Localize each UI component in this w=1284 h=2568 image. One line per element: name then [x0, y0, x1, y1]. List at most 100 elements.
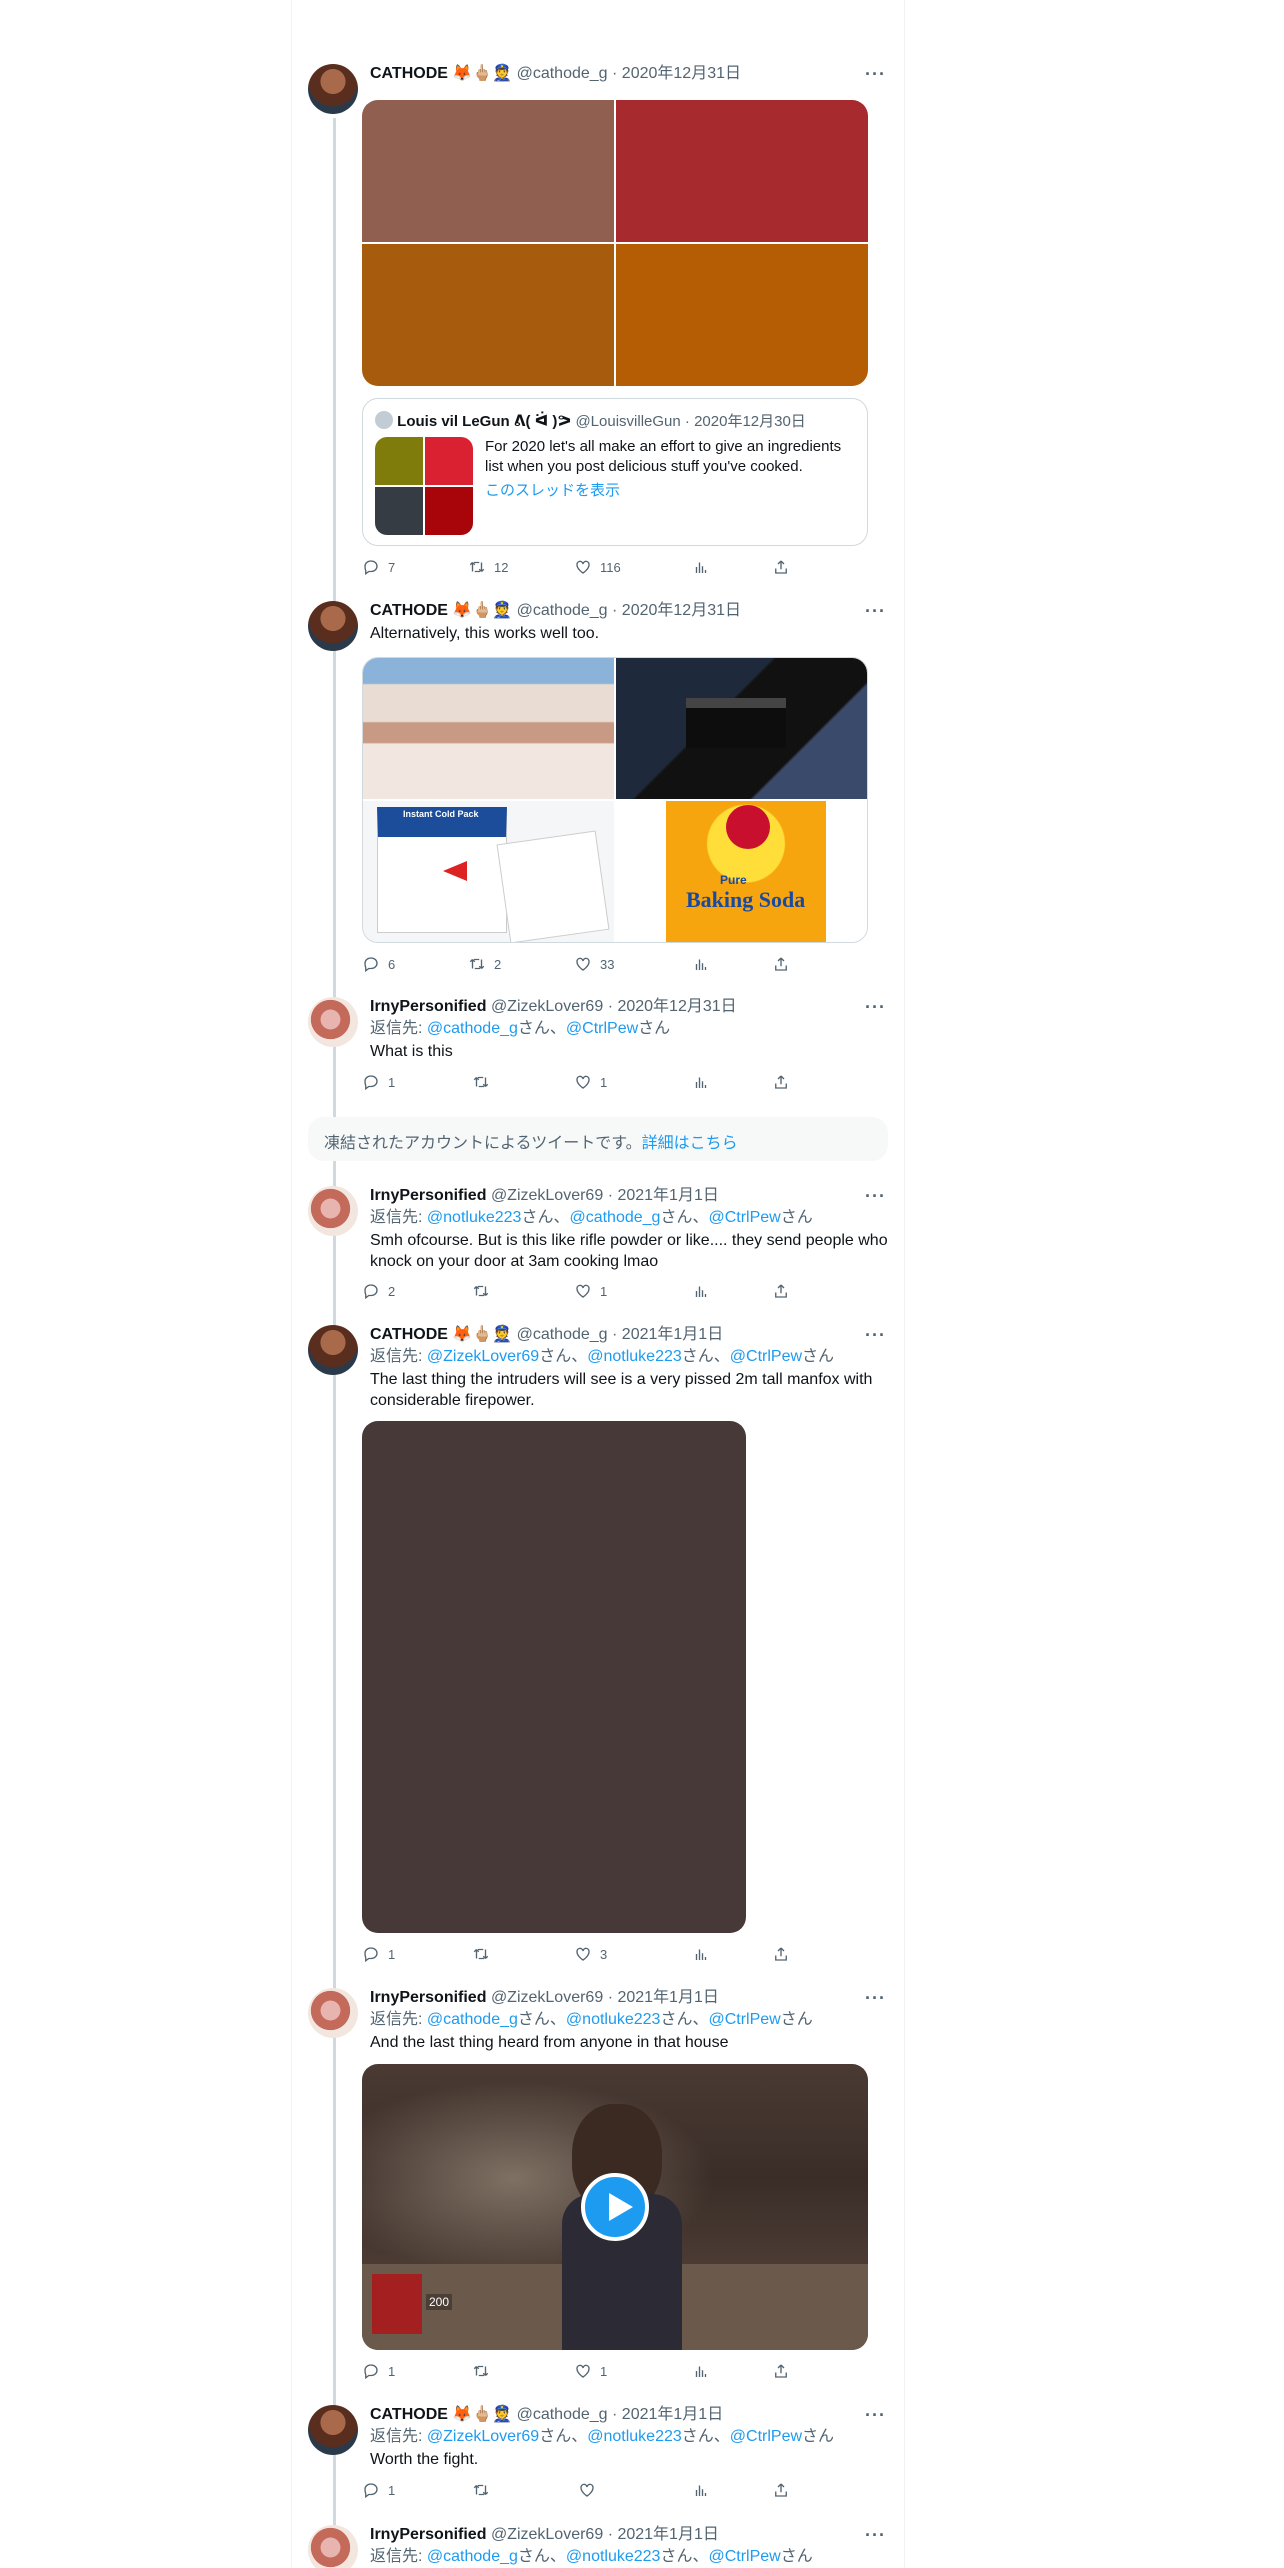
retweet-button[interactable]: [472, 2481, 490, 2499]
mention-link[interactable]: @CtrlPew: [708, 1209, 780, 1226]
photo-grid[interactable]: [362, 100, 868, 386]
avatar[interactable]: [308, 1988, 358, 2038]
photo-cold-pack[interactable]: Instant Cold Pack: [363, 801, 614, 942]
handle[interactable]: @ZizekLover69: [491, 998, 603, 1015]
timestamp[interactable]: · 2021年1月1日: [608, 1187, 719, 1204]
video-player[interactable]: 200: [362, 2064, 868, 2350]
like-button[interactable]: 1: [574, 1073, 607, 1091]
quote-tweet[interactable]: Louis vil LeGun ᕕ( ᐛ )ᕗ @LouisvilleGun ·…: [362, 398, 868, 546]
mention-link[interactable]: @ZizekLover69: [427, 1348, 539, 1365]
mention-link[interactable]: @notluke223: [566, 2548, 661, 2565]
mention-link[interactable]: @CtrlPew: [730, 2428, 802, 2445]
reply-button[interactable]: 2: [362, 1282, 395, 1300]
analytics-button[interactable]: [692, 2362, 710, 2380]
like-button[interactable]: 1: [574, 2362, 607, 2380]
retweet-button[interactable]: [472, 1945, 490, 1963]
like-button[interactable]: 3: [574, 1945, 607, 1963]
more-icon[interactable]: ···: [865, 997, 886, 1018]
photo[interactable]: [616, 100, 868, 242]
retweet-button[interactable]: 2: [468, 955, 501, 973]
display-name[interactable]: IrnyPersonified: [370, 998, 486, 1015]
photo-car-battery[interactable]: [616, 658, 867, 799]
handle[interactable]: @ZizekLover69: [491, 1989, 603, 2006]
avatar[interactable]: [308, 997, 358, 1047]
display-name[interactable]: CATHODE 🦊🖕🏼👮: [370, 65, 512, 82]
photo-grid[interactable]: Instant Cold Pack Pure Baking Soda: [362, 657, 868, 943]
share-button[interactable]: [772, 2481, 790, 2499]
analytics-button[interactable]: [692, 2481, 710, 2499]
mention-link[interactable]: @CtrlPew: [730, 1348, 802, 1365]
share-button[interactable]: [772, 955, 790, 973]
analytics-button[interactable]: [692, 955, 710, 973]
more-icon[interactable]: ···: [865, 64, 886, 85]
mention-link[interactable]: @cathode_g: [569, 1209, 660, 1226]
more-icon[interactable]: ···: [865, 1325, 886, 1346]
mention-link[interactable]: @notluke223: [587, 1348, 682, 1365]
play-icon[interactable]: [581, 2173, 649, 2241]
reply-button[interactable]: 1: [362, 1073, 395, 1091]
retweet-button[interactable]: 12: [468, 558, 508, 576]
mention-link[interactable]: @cathode_g: [427, 2011, 518, 2028]
retweet-button[interactable]: [472, 2362, 490, 2380]
photo-cotton[interactable]: [363, 658, 614, 799]
like-button[interactable]: 1: [574, 1282, 607, 1300]
mention-link[interactable]: @cathode_g: [427, 1020, 518, 1037]
mention-link[interactable]: @cathode_g: [427, 2548, 518, 2565]
reply-button[interactable]: 7: [362, 558, 395, 576]
mention-link[interactable]: @ZizekLover69: [427, 2428, 539, 2445]
photo-baking-soda[interactable]: Pure Baking Soda: [616, 801, 867, 942]
mention-link[interactable]: @CtrlPew: [708, 2548, 780, 2565]
mention-link[interactable]: @notluke223: [587, 2428, 682, 2445]
learn-more-link[interactable]: 詳細はこちら: [642, 1135, 738, 1152]
timestamp[interactable]: · 2021年1月1日: [612, 1326, 723, 1343]
more-icon[interactable]: ···: [865, 2405, 886, 2426]
more-icon[interactable]: ···: [865, 1186, 886, 1207]
like-button[interactable]: 116: [574, 558, 621, 576]
timestamp[interactable]: · 2021年1月1日: [608, 1989, 719, 2006]
photo[interactable]: [616, 244, 868, 386]
like-button[interactable]: 33: [574, 955, 614, 973]
avatar[interactable]: [308, 2525, 358, 2568]
analytics-button[interactable]: [692, 1073, 710, 1091]
share-button[interactable]: [772, 1945, 790, 1963]
handle[interactable]: @cathode_g: [517, 602, 608, 619]
display-name[interactable]: IrnyPersonified: [370, 2526, 486, 2543]
avatar[interactable]: [308, 64, 358, 114]
share-button[interactable]: [772, 558, 790, 576]
photo[interactable]: [362, 1421, 746, 1933]
photo[interactable]: [362, 100, 614, 242]
handle[interactable]: @ZizekLover69: [491, 1187, 603, 1204]
mention-link[interactable]: @CtrlPew: [708, 2011, 780, 2028]
reply-button[interactable]: 1: [362, 1945, 395, 1963]
more-icon[interactable]: ···: [865, 2525, 886, 2546]
timestamp[interactable]: · 2021年1月1日: [612, 2406, 723, 2423]
mention-link[interactable]: @notluke223: [566, 2011, 661, 2028]
display-name[interactable]: CATHODE 🦊🖕🏼👮: [370, 1326, 512, 1343]
display-name[interactable]: CATHODE 🦊🖕🏼👮: [370, 2406, 512, 2423]
avatar[interactable]: [308, 1186, 358, 1236]
reply-button[interactable]: 1: [362, 2362, 395, 2380]
analytics-button[interactable]: [692, 1945, 710, 1963]
mention-link[interactable]: @CtrlPew: [566, 1020, 638, 1037]
share-button[interactable]: [772, 2362, 790, 2380]
handle[interactable]: @cathode_g: [517, 1326, 608, 1343]
display-name[interactable]: IrnyPersonified: [370, 1187, 486, 1204]
analytics-button[interactable]: [692, 1282, 710, 1300]
like-button[interactable]: [578, 2481, 596, 2499]
analytics-button[interactable]: [692, 558, 710, 576]
reply-button[interactable]: 6: [362, 955, 395, 973]
timestamp[interactable]: · 2020年12月31日: [612, 602, 741, 619]
handle[interactable]: @cathode_g: [517, 65, 608, 82]
mention-link[interactable]: @notluke223: [427, 1209, 522, 1226]
timestamp[interactable]: · 2021年1月1日: [608, 2526, 719, 2543]
handle[interactable]: @ZizekLover69: [491, 2526, 603, 2543]
share-button[interactable]: [772, 1073, 790, 1091]
more-icon[interactable]: ···: [865, 601, 886, 622]
photo[interactable]: [362, 244, 614, 386]
retweet-button[interactable]: [472, 1282, 490, 1300]
handle[interactable]: @cathode_g: [517, 2406, 608, 2423]
more-icon[interactable]: ···: [865, 1988, 886, 2009]
timestamp[interactable]: · 2020年12月31日: [612, 65, 741, 82]
retweet-button[interactable]: [472, 1073, 490, 1091]
share-button[interactable]: [772, 1282, 790, 1300]
